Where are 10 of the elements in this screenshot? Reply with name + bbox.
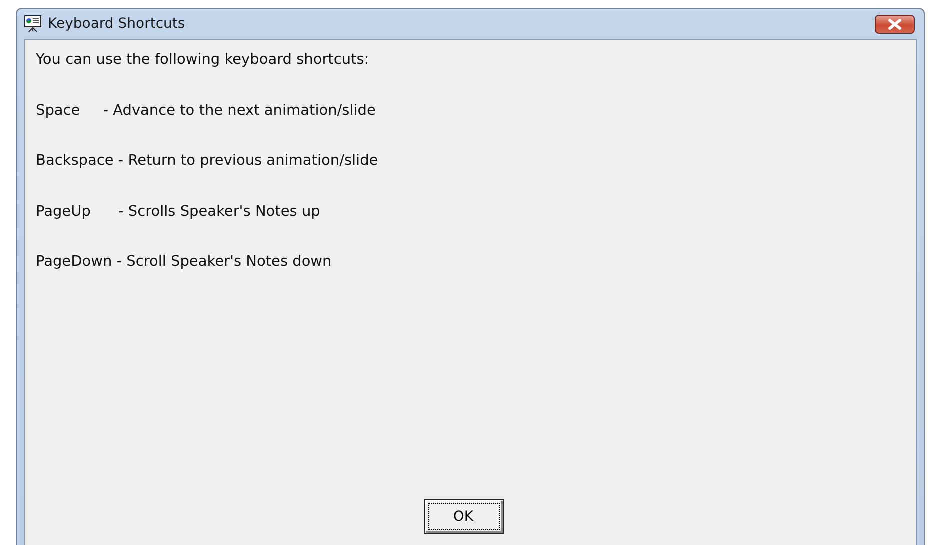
close-icon xyxy=(888,18,902,30)
close-button[interactable] xyxy=(875,14,915,34)
window-title: Keyboard Shortcuts xyxy=(48,16,186,32)
ok-button[interactable]: OK xyxy=(424,499,504,534)
shortcut-text: Backspace - Return to previous animation/slide xyxy=(36,152,380,171)
shortcut-text: Space - Advance to the next animation/slide xyxy=(36,102,377,120)
shortcut-text: PageUp - Scrolls Speaker's Notes up xyxy=(36,202,322,222)
shortcut-text: PageDown - Scroll Speaker's Notes down xyxy=(36,253,333,272)
intro-text: You can use the following keyboard shortcuts: xyxy=(36,51,370,70)
presentation-icon xyxy=(24,15,42,33)
